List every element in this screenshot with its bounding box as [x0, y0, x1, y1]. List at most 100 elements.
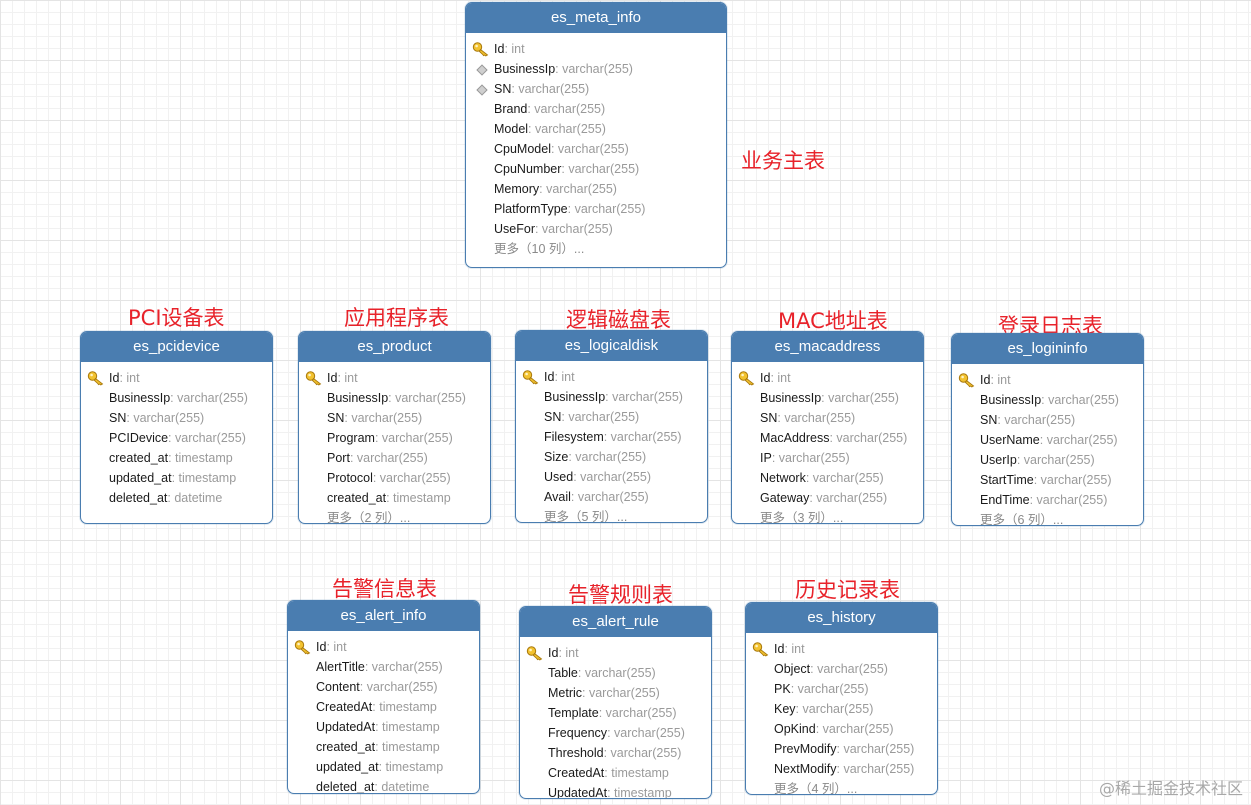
table-es-logicaldisk[interactable]: es_logicaldisk Id: int BusinessIp: varchar… [515, 330, 708, 523]
field-row[interactable]: Frequency: varchar(255) [520, 723, 711, 743]
field-row[interactable]: Model: varchar(255) [466, 119, 726, 139]
field-row[interactable]: Used: varchar(255) [516, 467, 707, 487]
watermark: @稀土掘金技术社区 [1098, 779, 1243, 798]
field-row[interactable]: CpuNumber: varchar(255) [466, 159, 726, 179]
table-header[interactable]: es_alert_info [288, 601, 479, 631]
field-row[interactable]: Id: int [288, 637, 479, 657]
field-row[interactable]: Table: varchar(255) [520, 663, 711, 683]
field-row[interactable]: Threshold: varchar(255) [520, 743, 711, 763]
table-header[interactable]: es_logicaldisk [516, 331, 707, 361]
field-row[interactable]: Key: varchar(255) [746, 699, 937, 719]
field-row[interactable]: SN: varchar(255) [466, 79, 726, 99]
field-row[interactable]: Id: int [746, 639, 937, 659]
field-type: : int [504, 42, 525, 56]
field-row[interactable]: UseFor: varchar(255) [466, 219, 726, 239]
field-name: SN [760, 411, 778, 425]
table-es-meta-info[interactable]: es_meta_info Id: int BusinessIp: varchar(2… [465, 2, 727, 268]
field-row[interactable]: created_at: timestamp [299, 488, 490, 508]
field-row[interactable]: BusinessIp: varchar(255) [81, 388, 272, 408]
field-row[interactable]: Filesystem: varchar(255) [516, 427, 707, 447]
field-row[interactable]: IP: varchar(255) [732, 448, 923, 468]
field-row[interactable]: Content: varchar(255) [288, 677, 479, 697]
field-row[interactable]: Object: varchar(255) [746, 659, 937, 679]
field-row[interactable]: UserName: varchar(255) [952, 430, 1143, 450]
field-row[interactable]: PrevModify: varchar(255) [746, 739, 937, 759]
table-es-alert-info[interactable]: es_alert_info Id: int AlertTitle: varchar(… [287, 600, 480, 794]
table-es-product[interactable]: es_product Id: int BusinessIp: varchar(255… [298, 331, 491, 524]
field-row[interactable]: Gateway: varchar(255) [732, 488, 923, 508]
field-row[interactable]: Id: int [466, 39, 726, 59]
field-row[interactable]: Protocol: varchar(255) [299, 468, 490, 488]
field-row[interactable]: Avail: varchar(255) [516, 487, 707, 507]
table-header[interactable]: es_history [746, 603, 937, 633]
field-row[interactable]: SN: varchar(255) [952, 410, 1143, 430]
field-name: Brand [494, 102, 528, 116]
field-row[interactable]: CreatedAt: timestamp [288, 697, 479, 717]
field-row[interactable]: BusinessIp: varchar(255) [732, 388, 923, 408]
field-row[interactable]: StartTime: varchar(255) [952, 470, 1143, 490]
field-row[interactable]: UpdatedAt: timestamp [520, 783, 711, 798]
field-row[interactable]: Id: int [81, 368, 272, 388]
table-header[interactable]: es_alert_rule [520, 607, 711, 637]
field-row[interactable]: NextModify: varchar(255) [746, 759, 937, 779]
field-row[interactable]: Port: varchar(255) [299, 448, 490, 468]
table-es-logininfo[interactable]: es_logininfo Id: int BusinessIp: varchar(2… [951, 333, 1144, 526]
field-row[interactable]: PlatformType: varchar(255) [466, 199, 726, 219]
field-row[interactable]: updated_at: timestamp [288, 757, 479, 777]
field-row[interactable]: CpuModel: varchar(255) [466, 139, 726, 159]
field-row[interactable]: BusinessIp: varchar(255) [299, 388, 490, 408]
field-row[interactable]: UserIp: varchar(255) [952, 450, 1143, 470]
field-row[interactable]: created_at: timestamp [288, 737, 479, 757]
more-columns-link[interactable]: 更多（3 列）... [732, 508, 923, 523]
field-row[interactable]: Id: int [952, 370, 1143, 390]
table-header[interactable]: es_pcidevice [81, 332, 272, 362]
field-row[interactable]: BusinessIp: varchar(255) [516, 387, 707, 407]
field-row[interactable]: updated_at: timestamp [81, 468, 272, 488]
field-row[interactable]: Metric: varchar(255) [520, 683, 711, 703]
field-row[interactable]: SN: varchar(255) [516, 407, 707, 427]
field-row[interactable]: BusinessIp: varchar(255) [466, 59, 726, 79]
field-row[interactable]: Template: varchar(255) [520, 703, 711, 723]
field-row[interactable]: MacAddress: varchar(255) [732, 428, 923, 448]
field-row[interactable]: SN: varchar(255) [81, 408, 272, 428]
field-row[interactable]: Size: varchar(255) [516, 447, 707, 467]
field-row[interactable]: deleted_at: datetime [288, 777, 479, 793]
field-row[interactable]: Id: int [520, 643, 711, 663]
table-es-alert-rule[interactable]: es_alert_rule Id: int Table: varchar(255) M… [519, 606, 712, 799]
field-row[interactable]: Id: int [516, 367, 707, 387]
more-columns-link[interactable]: 更多（5 列）... [516, 507, 707, 522]
field-name: CpuModel [494, 142, 551, 156]
field-row[interactable]: Program: varchar(255) [299, 428, 490, 448]
table-header[interactable]: es_logininfo [952, 334, 1143, 364]
field-row[interactable]: OpKind: varchar(255) [746, 719, 937, 739]
field-row[interactable]: AlertTitle: varchar(255) [288, 657, 479, 677]
field-row[interactable]: PCIDevice: varchar(255) [81, 428, 272, 448]
field-name: created_at [109, 451, 169, 465]
more-columns-link[interactable]: 更多（4 列）... [746, 779, 937, 794]
field-row[interactable]: UpdatedAt: timestamp [288, 717, 479, 737]
field-row[interactable]: created_at: timestamp [81, 448, 272, 468]
more-columns-link[interactable]: 更多（6 列）... [952, 510, 1143, 525]
field-row[interactable]: PK: varchar(255) [746, 679, 937, 699]
field-row[interactable]: Id: int [299, 368, 490, 388]
table-es-macaddress[interactable]: es_macaddress Id: int BusinessIp: varchar(… [731, 331, 924, 524]
table-es-pcidevice[interactable]: es_pcidevice Id: int BusinessIp: varchar(2… [80, 331, 273, 524]
field-type: : varchar(255) [777, 411, 856, 425]
table-header[interactable]: es_meta_info [466, 3, 726, 33]
field-row[interactable]: BusinessIp: varchar(255) [952, 390, 1143, 410]
field-row[interactable]: Memory: varchar(255) [466, 179, 726, 199]
field-row[interactable]: SN: varchar(255) [299, 408, 490, 428]
more-columns-link[interactable]: 更多（10 列）... [466, 239, 726, 259]
field-row[interactable]: Brand: varchar(255) [466, 99, 726, 119]
table-es-history[interactable]: es_history Id: int Object: varchar(255) PK:… [745, 602, 938, 795]
field-row[interactable]: Network: varchar(255) [732, 468, 923, 488]
field-row[interactable]: deleted_at: datetime [81, 488, 272, 508]
field-row[interactable]: Id: int [732, 368, 923, 388]
field-row[interactable]: CreatedAt: timestamp [520, 763, 711, 783]
more-columns-link[interactable]: 更多（2 列）... [299, 508, 490, 523]
table-header[interactable]: es_macaddress [732, 332, 923, 362]
field-row[interactable]: EndTime: varchar(255) [952, 490, 1143, 510]
field-row[interactable]: SN: varchar(255) [732, 408, 923, 428]
table-header[interactable]: es_product [299, 332, 490, 362]
field-type: : varchar(255) [359, 680, 438, 694]
